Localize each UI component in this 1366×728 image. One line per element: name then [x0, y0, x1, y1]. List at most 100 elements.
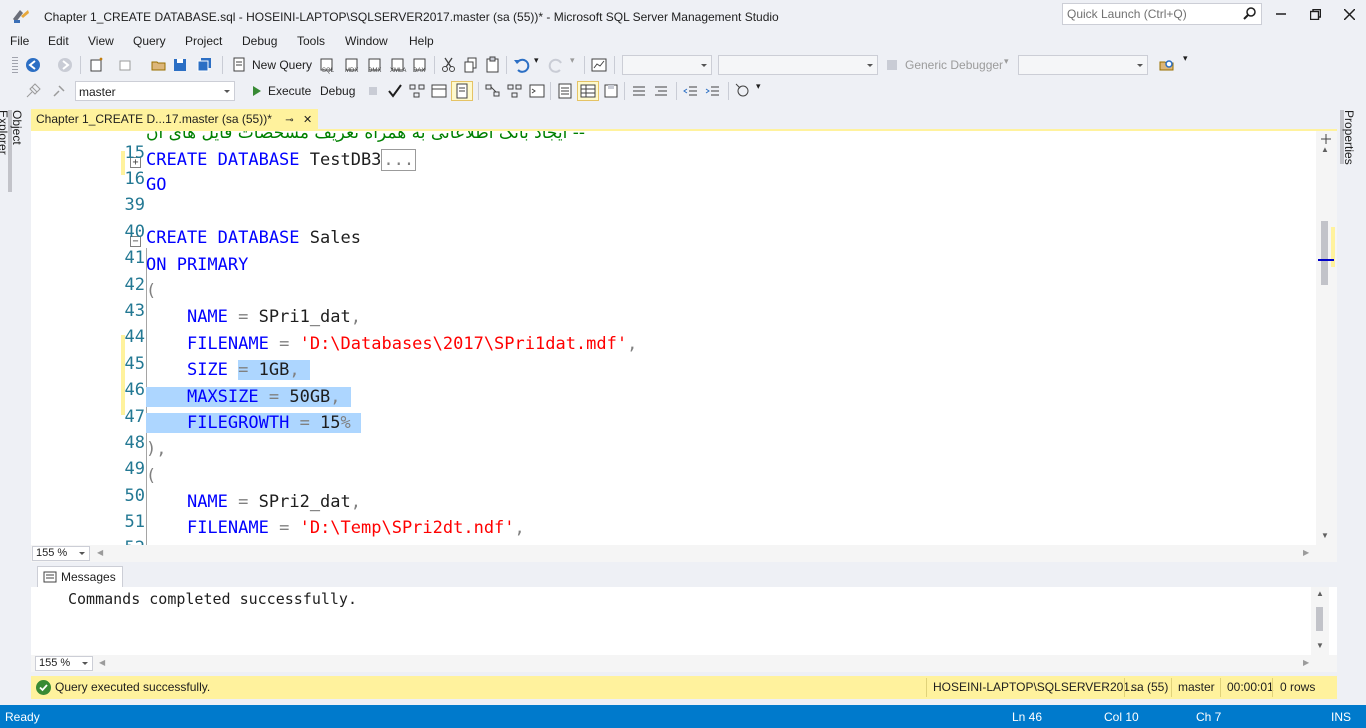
forward-icon[interactable]	[56, 56, 74, 74]
increase-indent-icon[interactable]	[704, 82, 722, 100]
menu-debug[interactable]: Debug	[242, 34, 277, 48]
debug-button[interactable]: Debug	[320, 84, 355, 98]
quick-launch-input[interactable]	[1067, 6, 1239, 22]
messages-tab[interactable]: Messages	[37, 566, 123, 587]
close-window-button[interactable]	[1332, 2, 1366, 26]
back-icon[interactable]	[24, 56, 42, 74]
minimize-icon	[1276, 13, 1286, 15]
restore-button[interactable]	[1298, 2, 1332, 26]
results-vertical-scrollbar[interactable]: ▲ ▼	[1311, 587, 1329, 655]
cut-icon[interactable]	[440, 56, 458, 74]
undo-icon[interactable]	[512, 56, 530, 74]
scroll-left-icon[interactable]: ◀	[97, 548, 103, 557]
sqlcmd-mode-icon[interactable]	[528, 82, 546, 100]
scroll-right-icon[interactable]: ▶	[1303, 658, 1309, 667]
menu-tools[interactable]: Tools	[297, 34, 325, 48]
left-dock-strip	[0, 104, 30, 704]
specify-template-values-icon[interactable]	[734, 82, 752, 100]
object-explorer-tab[interactable]: Object Explorer	[0, 110, 24, 192]
change-connection-icon[interactable]	[50, 82, 68, 100]
undo-dropdown-icon[interactable]: ▾	[534, 55, 539, 66]
close-tab-icon[interactable]: ✕	[303, 113, 312, 126]
menu-project[interactable]: Project	[185, 34, 222, 48]
pin-icon[interactable]: ⊸	[285, 115, 293, 126]
toolbar-grip[interactable]	[12, 57, 18, 73]
quick-launch-box[interactable]	[1062, 3, 1262, 25]
code-text: FILEGROWTH = 15%	[146, 413, 362, 433]
new-project-icon[interactable]	[88, 56, 106, 74]
debugger-chevron-icon[interactable]: ▾	[1004, 56, 1009, 67]
display-estimated-plan-icon[interactable]	[408, 82, 426, 100]
scroll-left-icon[interactable]: ◀	[99, 658, 105, 667]
minimize-button[interactable]	[1264, 2, 1298, 26]
uncomment-lines-icon[interactable]	[652, 82, 670, 100]
connect-icon[interactable]	[24, 82, 42, 100]
dmx-query-icon[interactable]: DMX	[366, 56, 384, 74]
results-to-file-icon[interactable]	[602, 82, 620, 100]
search-icon[interactable]	[1243, 7, 1257, 21]
editor-scroll-thumb[interactable]	[1321, 221, 1328, 285]
execute-button[interactable]: Execute	[268, 84, 311, 98]
available-databases-dropdown[interactable]: master	[75, 81, 235, 101]
menu-query[interactable]: Query	[133, 34, 166, 48]
scroll-right-icon[interactable]: ▶	[1303, 548, 1309, 557]
sql-editor[interactable]: + − 15 -- ایجاد بانک اطلاعاتی به همراه ت…	[31, 131, 1337, 545]
toolbar-overflow-icon[interactable]: ▾	[1183, 53, 1188, 64]
scroll-down-icon[interactable]: ▼	[1316, 641, 1324, 650]
open-file-icon[interactable]	[150, 56, 168, 74]
save-icon[interactable]	[171, 56, 189, 74]
results-to-text-icon[interactable]	[556, 82, 574, 100]
add-item-icon[interactable]	[116, 56, 134, 74]
menu-window[interactable]: Window	[345, 34, 388, 48]
toolbar2-overflow-icon[interactable]: ▾	[756, 81, 761, 92]
split-window-icon[interactable]	[1320, 133, 1332, 145]
document-tab[interactable]: Chapter 1_CREATE D...17.master (sa (55))…	[31, 109, 319, 129]
solution-config-dropdown[interactable]	[622, 55, 712, 75]
menu-view[interactable]: View	[88, 34, 114, 48]
execute-icon[interactable]	[248, 82, 266, 100]
activity-monitor-icon[interactable]	[590, 56, 608, 74]
cancel-query-icon[interactable]	[364, 82, 382, 100]
mdx-query-icon[interactable]: MDX	[343, 56, 361, 74]
results-to-grid-toggle[interactable]	[577, 81, 599, 101]
solution-platform-dropdown[interactable]	[718, 55, 878, 75]
query-designer-icon[interactable]	[430, 82, 448, 100]
results-scroll-thumb[interactable]	[1316, 607, 1323, 631]
results-pane[interactable]: Commands completed successfully. ▲ ▼	[31, 587, 1337, 655]
decrease-indent-icon[interactable]	[682, 82, 700, 100]
editor-zoom-dropdown[interactable]: 155 %	[32, 546, 90, 561]
new-query-icon[interactable]	[230, 56, 248, 74]
paste-icon[interactable]	[484, 56, 502, 74]
editor-vertical-scrollbar[interactable]: ▲ ▼	[1316, 131, 1337, 545]
save-all-icon[interactable]	[196, 56, 214, 74]
xmla-query-icon[interactable]: XMLA	[389, 56, 407, 74]
menu-help[interactable]: Help	[409, 34, 434, 48]
debugger-dropdown[interactable]: Generic Debugger	[905, 58, 1003, 72]
redo-dropdown-icon[interactable]: ▾	[570, 55, 575, 66]
dax-query-icon[interactable]: DAX	[411, 56, 429, 74]
parse-icon[interactable]	[386, 82, 404, 100]
results-zoom-dropdown[interactable]: 155 %	[35, 656, 93, 671]
attach-debugger-icon[interactable]	[884, 56, 902, 74]
scroll-up-icon[interactable]: ▲	[1316, 589, 1324, 598]
menu-edit[interactable]: Edit	[48, 34, 69, 48]
include-plan-toggle[interactable]	[451, 81, 473, 101]
code-text: ON PRIMARY	[146, 255, 249, 275]
menu-file[interactable]: File	[10, 34, 29, 48]
find-in-files-icon[interactable]	[1158, 56, 1176, 74]
redo-icon[interactable]	[548, 56, 566, 74]
database-engine-query-icon[interactable]: SQL	[318, 56, 336, 74]
scroll-down-icon[interactable]: ▼	[1321, 531, 1329, 540]
scroll-up-icon[interactable]: ▲	[1321, 145, 1329, 154]
ssms-app-icon[interactable]	[11, 7, 31, 25]
collapsed-region[interactable]: ...	[381, 149, 417, 171]
copy-icon[interactable]	[462, 56, 480, 74]
properties-tab[interactable]: Properties	[1340, 110, 1356, 165]
live-query-stats-icon[interactable]	[484, 82, 502, 100]
comment-lines-icon[interactable]	[630, 82, 648, 100]
chevron-down-icon	[82, 662, 88, 665]
svg-text:DAX: DAX	[413, 68, 425, 74]
client-statistics-icon[interactable]	[506, 82, 524, 100]
debug-target-dropdown[interactable]	[1018, 55, 1148, 75]
new-query-button[interactable]: New Query	[252, 58, 312, 72]
